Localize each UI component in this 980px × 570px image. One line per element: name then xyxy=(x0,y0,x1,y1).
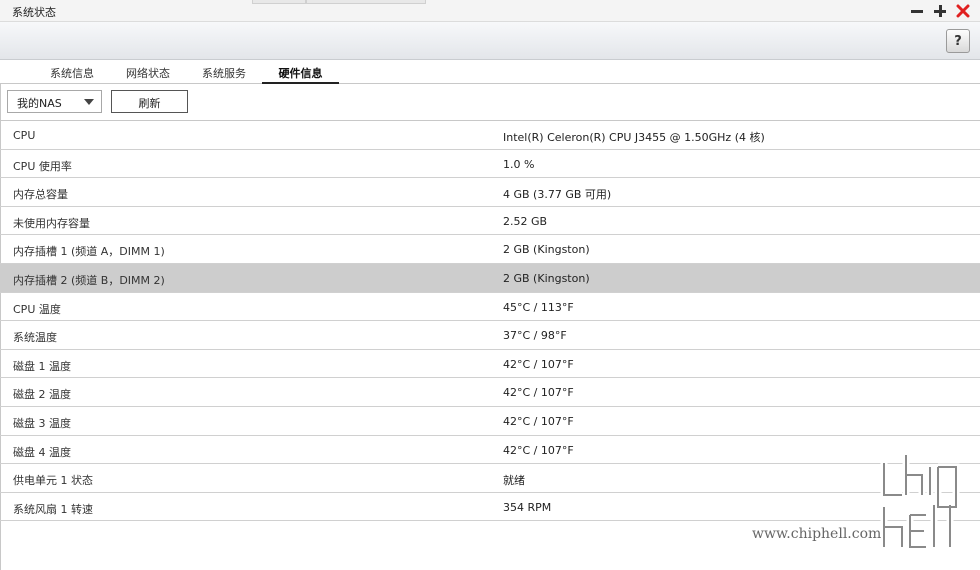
table-row[interactable]: CPU 温度 45°C / 113°F xyxy=(0,293,980,322)
row-label: 系统风扇 1 转速 xyxy=(13,502,93,516)
tab-system-info[interactable]: 系统信息 xyxy=(38,65,106,84)
table-row[interactable]: 磁盘 3 温度 42°C / 107°F xyxy=(0,407,980,436)
row-value: 4 GB (3.77 GB 可用) xyxy=(503,188,612,202)
row-label: 系统温度 xyxy=(13,331,57,345)
maximize-icon[interactable] xyxy=(932,3,948,19)
background-window-tab xyxy=(306,0,426,4)
hardware-table: CPU Intel(R) Celeron(R) CPU J3455 @ 1.50G… xyxy=(0,120,980,522)
chevron-down-icon xyxy=(84,99,94,105)
minimize-icon[interactable] xyxy=(909,3,925,19)
background-window-tab xyxy=(252,0,306,4)
row-label: 供电单元 1 状态 xyxy=(13,474,93,488)
controls-bar: 我的NAS 刷新 xyxy=(0,84,980,120)
tab-system-services[interactable]: 系统服务 xyxy=(190,65,258,84)
row-value: 就绪 xyxy=(503,474,525,488)
row-value: Intel(R) Celeron(R) CPU J3455 @ 1.50GHz … xyxy=(503,131,765,144)
refresh-button[interactable]: 刷新 xyxy=(111,90,188,113)
row-value: 42°C / 107°F xyxy=(503,386,574,400)
row-label: CPU xyxy=(13,129,36,142)
watermark-logo xyxy=(878,455,968,558)
help-button[interactable]: ? xyxy=(946,29,970,53)
row-value: 2 GB (Kingston) xyxy=(503,243,590,257)
row-value: 2 GB (Kingston) xyxy=(503,271,590,285)
table-row[interactable]: 内存总容量 4 GB (3.77 GB 可用) xyxy=(0,178,980,207)
table-row[interactable]: 磁盘 1 温度 42°C / 107°F xyxy=(0,350,980,379)
title-bar: 系统状态 xyxy=(0,0,980,22)
table-row[interactable]: 系统风扇 1 转速 354 RPM xyxy=(0,493,980,522)
table-row[interactable]: CPU Intel(R) Celeron(R) CPU J3455 @ 1.50G… xyxy=(0,121,980,150)
table-row[interactable]: 内存插槽 2 (频道 B，DIMM 2) 2 GB (Kingston) xyxy=(0,263,980,293)
row-value: 1.0 % xyxy=(503,157,535,171)
row-label: CPU 使用率 xyxy=(13,159,72,173)
close-icon[interactable] xyxy=(955,3,971,19)
watermark-site: www.chiphell.com xyxy=(752,526,882,542)
table-row[interactable]: 未使用内存容量 2.52 GB xyxy=(0,207,980,236)
device-select-value: 我的NAS xyxy=(17,97,62,110)
table-row[interactable]: 供电单元 1 状态 就绪 xyxy=(0,464,980,493)
row-label: 内存总容量 xyxy=(13,188,68,202)
row-value: 2.52 GB xyxy=(503,214,548,228)
row-label: 磁盘 1 温度 xyxy=(13,359,71,373)
table-row[interactable]: 磁盘 2 温度 42°C / 107°F xyxy=(0,378,980,407)
row-value: 45°C / 113°F xyxy=(503,300,574,314)
toolbar: ? xyxy=(0,22,980,60)
table-row[interactable]: 系统温度 37°C / 98°F xyxy=(0,321,980,350)
tab-network-status[interactable]: 网络状态 xyxy=(114,65,182,84)
row-value: 42°C / 107°F xyxy=(503,414,574,428)
tab-bar: 系统信息 网络状态 系统服务 硬件信息 xyxy=(0,60,980,84)
tab-hardware-info[interactable]: 硬件信息 xyxy=(262,65,339,84)
row-label: 磁盘 2 温度 xyxy=(13,388,71,402)
device-select[interactable]: 我的NAS xyxy=(7,90,102,113)
row-label: 磁盘 4 温度 xyxy=(13,445,71,459)
row-label: CPU 温度 xyxy=(13,302,61,316)
row-value: 354 RPM xyxy=(503,500,552,514)
row-value: 42°C / 107°F xyxy=(503,443,574,457)
row-label: 内存插槽 1 (频道 A，DIMM 1) xyxy=(13,245,165,259)
row-value: 37°C / 98°F xyxy=(503,329,567,343)
row-label: 内存插槽 2 (频道 B，DIMM 2) xyxy=(13,273,165,287)
table-row[interactable]: 磁盘 4 温度 42°C / 107°F xyxy=(0,436,980,465)
row-label: 磁盘 3 温度 xyxy=(13,416,71,430)
row-label: 未使用内存容量 xyxy=(13,216,90,230)
window-title: 系统状态 xyxy=(12,6,56,19)
table-row[interactable]: 内存插槽 1 (频道 A，DIMM 1) 2 GB (Kingston) xyxy=(0,235,980,264)
row-value: 42°C / 107°F xyxy=(503,357,574,371)
table-row[interactable]: CPU 使用率 1.0 % xyxy=(0,150,980,179)
